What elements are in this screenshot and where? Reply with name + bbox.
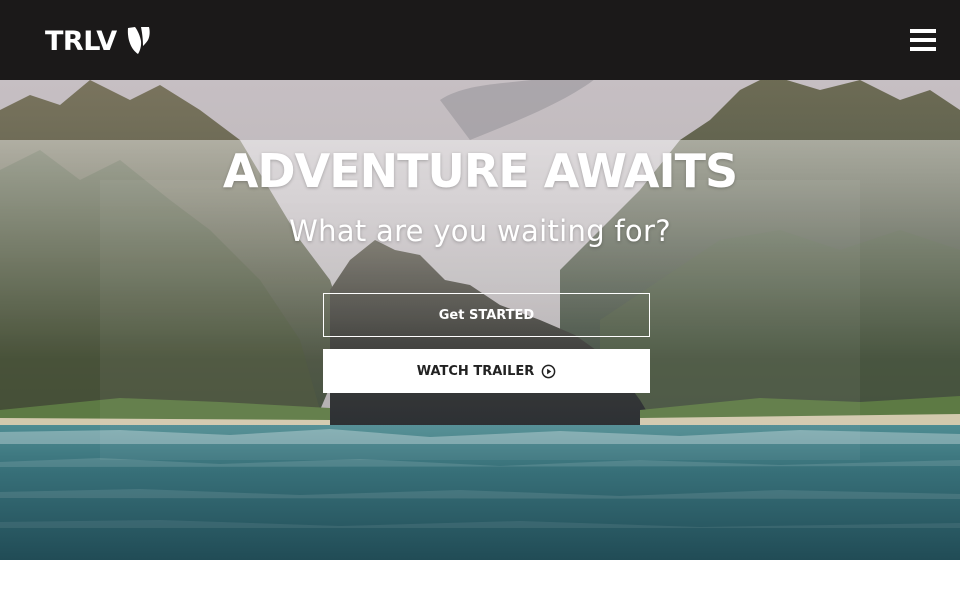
hero-title: ADVENTURE AWAITS: [222, 144, 738, 198]
watch-trailer-button[interactable]: WATCH TRAILER: [323, 349, 650, 393]
watch-trailer-label: WATCH TRAILER: [416, 363, 535, 379]
brand-link[interactable]: TRLV: [45, 24, 151, 58]
typo3-logo-icon: [127, 27, 150, 54]
get-started-label: Get STARTED: [438, 307, 535, 323]
brand-name: TRLV: [45, 25, 117, 57]
play-circle-icon: [541, 364, 556, 378]
get-started-button[interactable]: Get STARTED: [323, 293, 650, 337]
hero-section: ADVENTURE AWAITS What are you waiting fo…: [0, 80, 960, 560]
hamburger-menu-icon[interactable]: [904, 24, 944, 58]
hero-subtitle: What are you waiting for?: [289, 214, 671, 248]
navbar: TRLV: [0, 0, 960, 80]
